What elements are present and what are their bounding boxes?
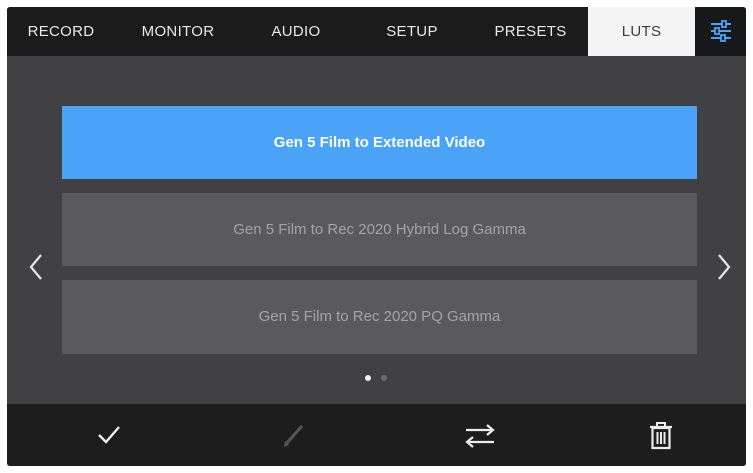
tab-monitor[interactable]: MONITOR: [115, 7, 241, 56]
tab-bar: RECORD MONITOR AUDIO SETUP PRESETS LUTS: [7, 7, 746, 56]
page-dot-active: [365, 375, 371, 381]
pencil-icon: [284, 425, 303, 447]
next-page-button[interactable]: [713, 249, 735, 285]
bottom-toolbar: [7, 404, 746, 466]
settings-tab[interactable]: [695, 7, 746, 56]
tab-setup[interactable]: SETUP: [351, 7, 473, 56]
tab-luts[interactable]: LUTS: [588, 7, 695, 56]
tab-record[interactable]: RECORD: [7, 7, 115, 56]
checkmark-icon: [98, 426, 120, 444]
delete-button[interactable]: [621, 404, 701, 466]
lut-item-pq[interactable]: Gen 5 Film to Rec 2020 PQ Gamma: [62, 280, 697, 354]
lut-item-hlg[interactable]: Gen 5 Film to Rec 2020 Hybrid Log Gamma: [62, 193, 697, 266]
chevron-left-icon: [29, 254, 42, 280]
swap-button[interactable]: [436, 404, 516, 466]
camera-lut-screen: RECORD MONITOR AUDIO SETUP PRESETS LUTS …: [7, 7, 746, 466]
confirm-button[interactable]: [69, 404, 149, 466]
sliders-icon: [711, 20, 731, 42]
tab-presets[interactable]: PRESETS: [473, 7, 588, 56]
lut-item-extended-video[interactable]: Gen 5 Film to Extended Video: [62, 106, 697, 179]
chevron-right-icon: [718, 254, 731, 280]
swap-arrows-icon: [465, 424, 495, 448]
tab-audio[interactable]: AUDIO: [241, 7, 351, 56]
trash-icon: [650, 422, 672, 450]
prev-page-button[interactable]: [25, 249, 47, 285]
page-dot: [381, 375, 387, 381]
edit-button[interactable]: [253, 404, 333, 466]
